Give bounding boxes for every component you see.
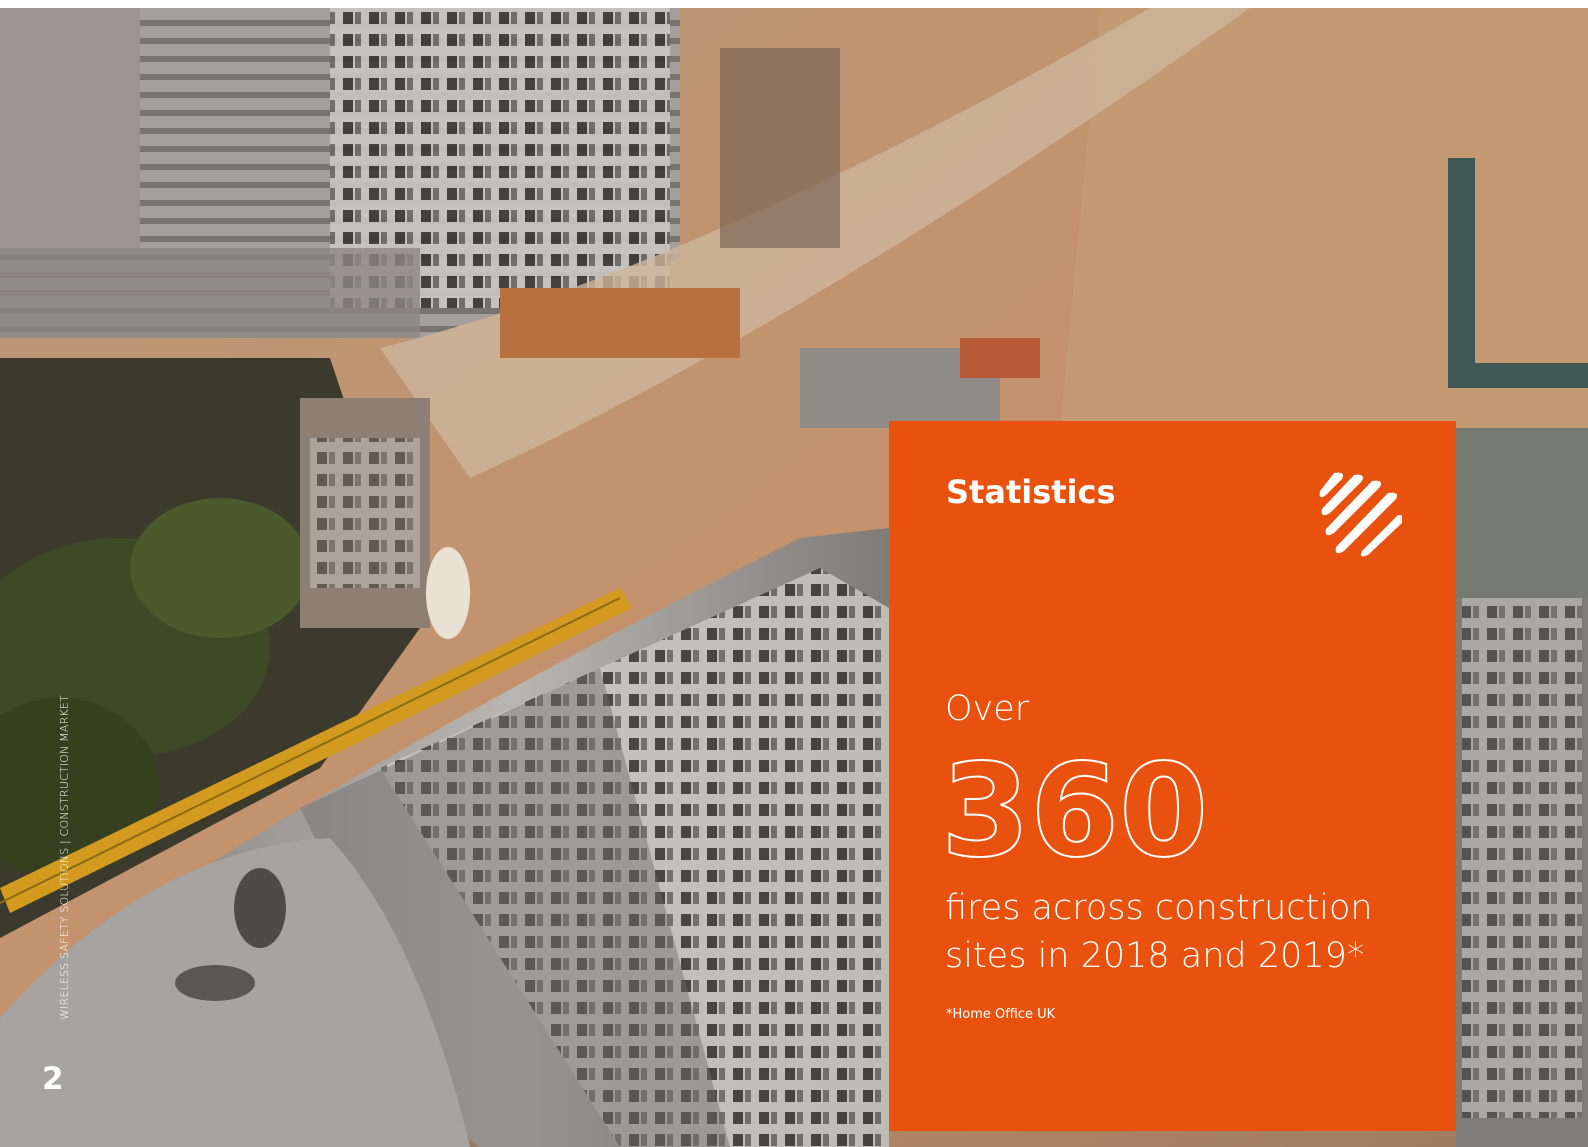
stat-number: 360 xyxy=(940,737,1209,877)
page-number: 2 xyxy=(42,1061,64,1097)
source-footnote: *Home Office UK xyxy=(946,1007,1056,1022)
stat-description: fires across construction sites in 2018 … xyxy=(945,888,1373,976)
statistics-panel: Statistics Over 360 fires across constru… xyxy=(889,421,1456,1131)
side-caption: WIRELESS SAFETY SOLUTIONS | CONSTRUCTION… xyxy=(58,695,71,1020)
stat-number-text: 360 xyxy=(941,737,1208,877)
statistics-heading: Statistics xyxy=(946,473,1116,511)
top-margin xyxy=(0,0,1456,8)
stat-prefix: Over xyxy=(945,689,1030,729)
diagonal-stripes-logo-icon xyxy=(1319,472,1402,557)
